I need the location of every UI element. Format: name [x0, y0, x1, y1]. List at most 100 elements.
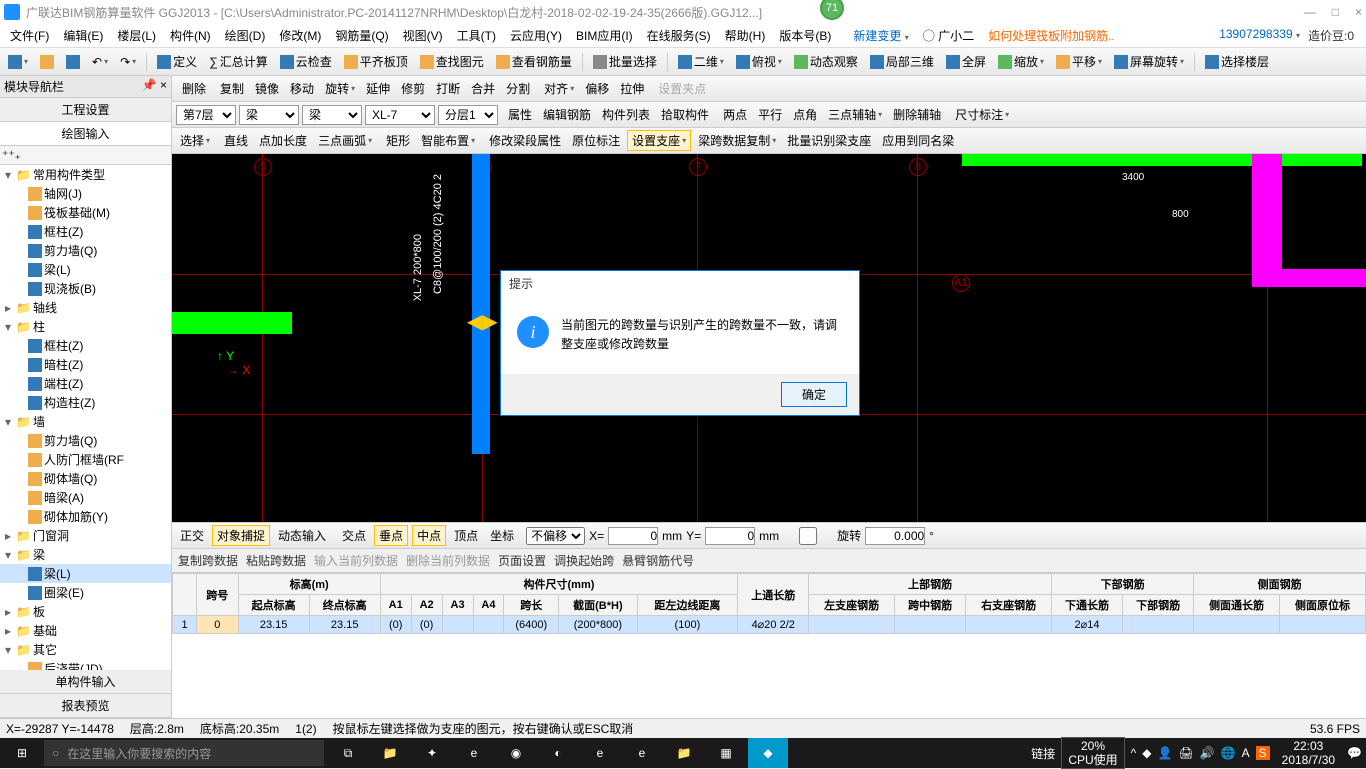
- minimize-button[interactable]: —: [1304, 5, 1316, 19]
- tree-wall[interactable]: ▾📁 墙: [0, 412, 171, 431]
- tree-frame-col[interactable]: 框柱(Z): [0, 222, 171, 241]
- intersect-snap[interactable]: 交点: [338, 526, 370, 545]
- start-button[interactable]: ⊞: [4, 738, 40, 768]
- cantilever-button[interactable]: 悬臂钢筋代号: [622, 552, 694, 569]
- tree-defense-wall[interactable]: 人防门框墙(RF: [0, 450, 171, 469]
- tree-shearwall[interactable]: 剪力墙(Q): [0, 241, 171, 260]
- tray-ime-a-icon[interactable]: A: [1242, 746, 1250, 760]
- explorer-icon[interactable]: 📁: [370, 738, 410, 768]
- pin-icon[interactable]: 📌 ×: [142, 78, 167, 95]
- tree-other[interactable]: ▾📁 其它: [0, 640, 171, 659]
- tree-beam[interactable]: 梁(L): [0, 564, 171, 583]
- offset-button[interactable]: 偏移: [581, 79, 613, 98]
- new-change-button[interactable]: 新建变更 ▾: [847, 25, 914, 46]
- ok-button[interactable]: 确定: [781, 382, 847, 407]
- del-col-button[interactable]: 删除当前列数据: [406, 552, 490, 569]
- tray-app-icon[interactable]: ◆: [1142, 746, 1151, 760]
- tray-network-icon[interactable]: 🌐: [1221, 746, 1236, 760]
- menu-member[interactable]: 构件(N): [164, 25, 217, 46]
- tray-up-icon[interactable]: ^: [1131, 746, 1137, 760]
- open-button[interactable]: [36, 53, 58, 71]
- copy-span-data-button[interactable]: 复制跨数据: [178, 552, 238, 569]
- tree-shearwall2[interactable]: 剪力墙(Q): [0, 431, 171, 450]
- copy-button[interactable]: 复制: [216, 79, 248, 98]
- member-select[interactable]: XL-7: [365, 105, 435, 125]
- offset-mode-select[interactable]: 不偏移: [526, 527, 585, 545]
- app2-icon[interactable]: ◐: [538, 738, 578, 768]
- table-row[interactable]: 1 0 23.15 23.15 (0) (0) (6400) (200*800)…: [173, 616, 1366, 634]
- redo-button[interactable]: ↷▾: [116, 53, 140, 71]
- edit-rebar-button[interactable]: 编辑钢筋: [539, 105, 595, 124]
- tray-user-icon[interactable]: 👤: [1158, 746, 1173, 760]
- user-role[interactable]: ◯ 广小二: [917, 25, 980, 46]
- set-support-button[interactable]: 设置支座▾: [627, 130, 691, 151]
- two-point-button[interactable]: 两点: [719, 105, 751, 124]
- coord-snap[interactable]: 坐标: [486, 526, 518, 545]
- menu-version[interactable]: 版本号(B): [773, 25, 837, 46]
- ie-icon[interactable]: e: [580, 738, 620, 768]
- tree-beam-cat[interactable]: ▾📁 梁: [0, 545, 171, 564]
- point-angle-button[interactable]: 点角: [789, 105, 821, 124]
- menu-cloud[interactable]: 云应用(Y): [504, 25, 568, 46]
- menu-bim[interactable]: BIM应用(I): [570, 25, 639, 46]
- del-axis-button[interactable]: 删除辅轴: [889, 105, 945, 124]
- batch-select-button[interactable]: 批量选择: [589, 51, 661, 72]
- tree-hidden-col[interactable]: 暗柱(Z): [0, 355, 171, 374]
- mirror-button[interactable]: 镜像: [251, 79, 283, 98]
- pick-button[interactable]: 拾取构件: [657, 105, 713, 124]
- floor-select[interactable]: 第7层: [176, 105, 236, 125]
- tree-axis[interactable]: ▸📁 轴线: [0, 298, 171, 317]
- point-length-tool[interactable]: 点加长度: [255, 131, 311, 150]
- new-button[interactable]: ▾: [4, 53, 32, 71]
- ggj-icon[interactable]: ◆: [748, 738, 788, 768]
- break-button[interactable]: 打断: [432, 79, 464, 98]
- app3-icon[interactable]: ▦: [706, 738, 746, 768]
- tree-frame-col2[interactable]: 框柱(Z): [0, 336, 171, 355]
- rect-tool[interactable]: 矩形: [382, 131, 414, 150]
- find-button[interactable]: 查找图元: [416, 51, 488, 72]
- tree-masonry-wall[interactable]: 砌体墙(Q): [0, 469, 171, 488]
- span-select[interactable]: 分层1: [438, 105, 498, 125]
- zoom-button[interactable]: 缩放▾: [994, 51, 1048, 72]
- tray-print-icon[interactable]: 🖨: [1178, 746, 1193, 760]
- tree-column[interactable]: ▾📁 柱: [0, 317, 171, 336]
- adjust-start-button[interactable]: 调换起始跨: [554, 552, 614, 569]
- tree-ring-beam[interactable]: 圈梁(E): [0, 583, 171, 602]
- move-button[interactable]: 移动: [286, 79, 318, 98]
- tree-opening[interactable]: ▸📁 门窗洞: [0, 526, 171, 545]
- three-axis-button[interactable]: 三点辅轴▾: [824, 105, 886, 124]
- category-select[interactable]: 梁: [239, 105, 299, 125]
- orig-mark-button[interactable]: 原位标注: [568, 131, 624, 150]
- flat-top-button[interactable]: 平齐板顶: [340, 51, 412, 72]
- add-tool-icon[interactable]: ⁺⁺₊: [2, 148, 21, 162]
- menu-online[interactable]: 在线服务(S): [641, 25, 717, 46]
- line-tool[interactable]: 直线: [220, 131, 252, 150]
- menu-view[interactable]: 视图(V): [397, 25, 449, 46]
- extend-button[interactable]: 延伸: [362, 79, 394, 98]
- osnap-toggle[interactable]: 对象捕捉: [212, 525, 270, 546]
- select-floor-button[interactable]: 选择楼层: [1201, 51, 1273, 72]
- edit-span-button[interactable]: 修改梁段属性: [485, 131, 565, 150]
- tab-draw-input[interactable]: 绘图输入: [0, 122, 171, 146]
- menu-file[interactable]: 文件(F): [4, 25, 55, 46]
- save-button[interactable]: [62, 53, 84, 71]
- tree-end-col[interactable]: 端柱(Z): [0, 374, 171, 393]
- tray-ime-s-icon[interactable]: S: [1256, 746, 1270, 760]
- col-span-no[interactable]: 跨号: [197, 574, 239, 616]
- 360-icon[interactable]: ◉: [496, 738, 536, 768]
- tree-masonry-rebar[interactable]: 砌体加筋(Y): [0, 507, 171, 526]
- close-button[interactable]: ×: [1355, 5, 1362, 19]
- cpu-meter[interactable]: 20%CPU使用: [1061, 737, 1124, 769]
- undo-button[interactable]: ↶▾: [88, 53, 112, 71]
- menu-draw[interactable]: 绘图(D): [219, 25, 272, 46]
- smart-layout-tool[interactable]: 智能布置▾: [417, 131, 479, 150]
- member-list-button[interactable]: 构件列表: [598, 105, 654, 124]
- input-col-button[interactable]: 输入当前列数据: [314, 552, 398, 569]
- stretch-button[interactable]: 拉伸: [616, 79, 648, 98]
- perp-snap[interactable]: 垂点: [374, 525, 408, 546]
- ortho-toggle[interactable]: 正交: [176, 526, 208, 545]
- tree-raft[interactable]: 筏板基础(M): [0, 203, 171, 222]
- pan-button[interactable]: 平移▾: [1052, 51, 1106, 72]
- dynamic-view-button[interactable]: 动态观察: [790, 51, 862, 72]
- rotate-checkbox[interactable]: [783, 527, 833, 545]
